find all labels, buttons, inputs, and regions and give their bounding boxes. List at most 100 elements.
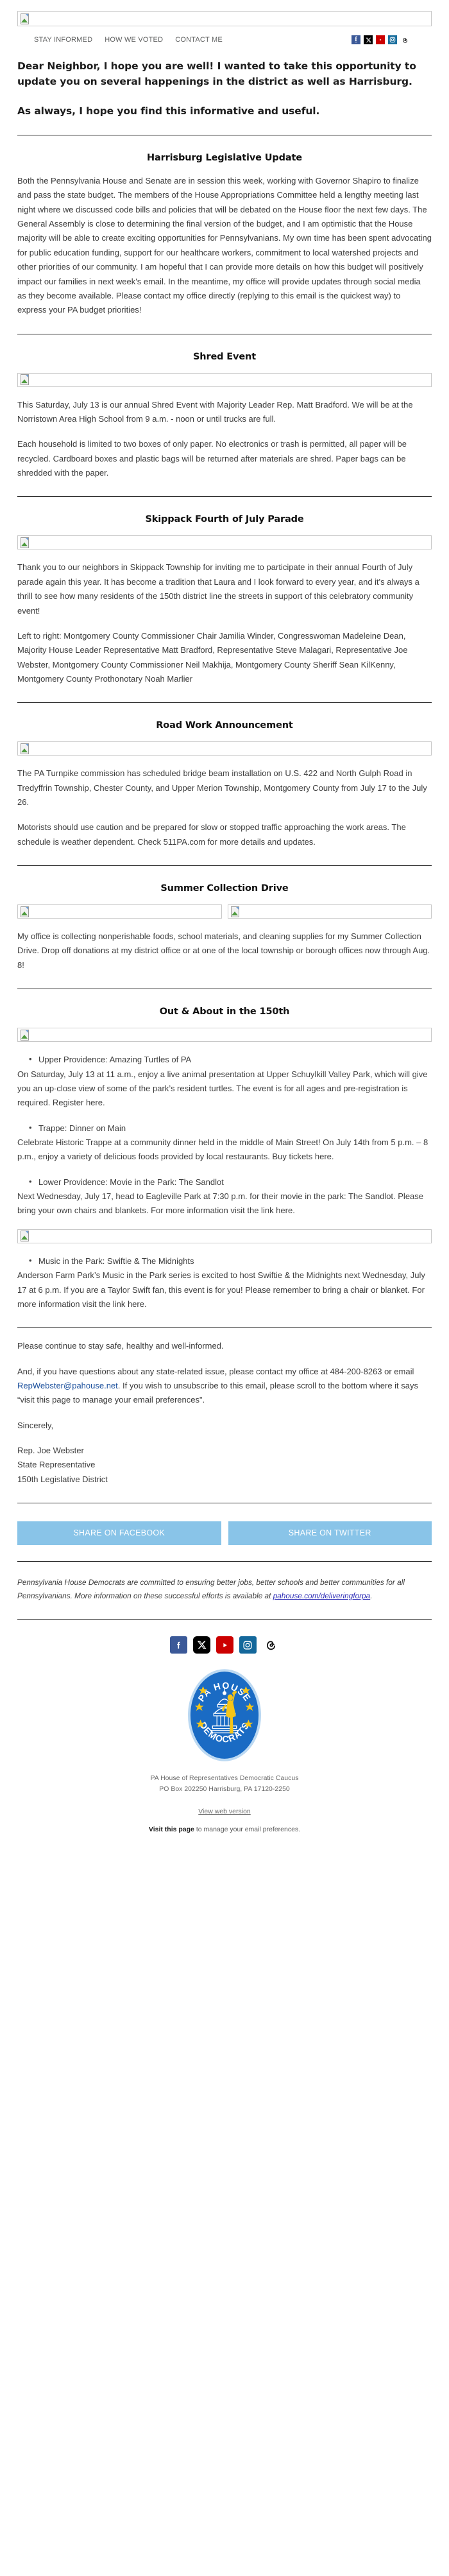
email-body: STAY INFORMED HOW WE VOTED CONTACT ME f … (0, 11, 449, 1845)
footer-org-name: PA House of Representatives Democratic C… (150, 1774, 299, 1783)
section-paragraph: Thank you to our neighbors in Skippack T… (17, 562, 419, 616)
broken-image-icon (20, 1231, 30, 1242)
section-paragraph: Left to right: Montgomery County Commiss… (17, 630, 408, 684)
section-paragraph: Each household is limited to two boxes o… (17, 439, 407, 478)
event-description: Celebrate Historic Trappe at a community… (17, 1137, 428, 1162)
broken-image-icon (20, 374, 30, 386)
x-twitter-icon[interactable] (192, 1636, 210, 1654)
threads-icon[interactable] (262, 1636, 280, 1654)
event-heading-list: Lower Providence: Movie in the Park: The… (17, 1175, 432, 1189)
road-work-image (17, 741, 432, 756)
event-description: Anderson Farm Park’s Music in the Park s… (17, 1270, 425, 1309)
section-title-road-work: Road Work Announcement (156, 720, 293, 731)
section-paragraph: Both the Pennsylvania House and Senate a… (17, 176, 432, 315)
divider (17, 1327, 432, 1329)
share-on-facebook-button[interactable]: SHARE ON FACEBOOK (17, 1521, 221, 1546)
section-title-out-and-about: Out & About in the 150th (159, 1007, 290, 1017)
broken-image-icon (20, 537, 30, 548)
sincerely-text: Sincerely, (17, 1420, 54, 1430)
signature-role: State Representative (17, 1460, 96, 1470)
summer-collection-images (17, 904, 432, 919)
broken-image-placeholder (17, 1028, 432, 1042)
out-and-about-image (17, 1028, 432, 1042)
facebook-icon[interactable]: f (352, 35, 360, 44)
section-paragraph: This Saturday, July 13 is our annual Shr… (17, 399, 413, 424)
manage-preferences-text: to manage your email preferences. (194, 1825, 301, 1833)
email-content: Dear Neighbor, I hope you are well! I wa… (0, 58, 449, 1845)
divider (17, 702, 432, 704)
threads-icon[interactable] (400, 35, 409, 44)
nav-item-contact-me[interactable]: CONTACT ME (175, 36, 223, 44)
disclaimer-text-after: . (370, 1591, 373, 1601)
event-heading-list: Music in the Park: Swiftie & The Midnigh… (17, 1254, 432, 1268)
divider (17, 496, 432, 497)
divider (17, 865, 432, 867)
header-social-icons: f (352, 35, 409, 44)
divider (17, 1619, 432, 1620)
footer-address-block: PA House of Representatives Democratic C… (17, 1773, 432, 1795)
instagram-icon[interactable] (388, 35, 397, 44)
broken-image-placeholder (227, 904, 432, 919)
music-in-the-park-image (17, 1229, 432, 1243)
event-heading: Trappe: Dinner on Main (29, 1121, 432, 1136)
divider (17, 1561, 432, 1562)
event-description: Next Wednesday, July 17, head to Eaglevi… (17, 1191, 424, 1216)
event-heading: Upper Providence: Amazing Turtles of PA (29, 1052, 432, 1067)
deliveringforpa-link[interactable]: pahouse.com/deliveringforpa (273, 1591, 371, 1600)
section-title-summer-collection: Summer Collection Drive (160, 883, 289, 894)
signoff-line-2: And, if you have questions about any sta… (17, 1365, 432, 1408)
hero-banner-image (17, 11, 432, 26)
broken-image-placeholder (17, 904, 222, 919)
event-heading: Music in the Park: Swiftie & The Midnigh… (29, 1254, 432, 1268)
signature-name: Rep. Joe Webster (17, 1446, 84, 1456)
signoff-text-before: And, if you have questions about any sta… (17, 1366, 414, 1376)
share-buttons: SHARE ON FACEBOOK SHARE ON TWITTER (17, 1521, 432, 1546)
section-title-shred-event: Shred Event (193, 351, 256, 362)
event-heading: Lower Providence: Movie in the Park: The… (29, 1175, 432, 1189)
signature-district: 150th Legislative District (17, 1474, 108, 1484)
section-paragraph: My office is collecting nonperishable fo… (17, 931, 430, 970)
view-web-version-link[interactable]: View web version (198, 1808, 251, 1815)
caucus-disclaimer: Pennsylvania House Democrats are committ… (17, 1576, 432, 1603)
broken-image-placeholder (17, 11, 432, 26)
broken-image-icon (230, 906, 240, 917)
nav-links: STAY INFORMED HOW WE VOTED CONTACT ME (34, 36, 223, 44)
footer-mailing-address: PO Box 202250 Harrisburg, PA 17120-2250 (159, 1785, 290, 1794)
top-navigation: STAY INFORMED HOW WE VOTED CONTACT ME f (0, 26, 449, 44)
section-title-skippack-parade: Skippack Fourth of July Parade (145, 514, 304, 525)
intro-closing: As always, I hope you find this informat… (17, 105, 320, 117)
event-description: On Saturday, July 13 at 11 a.m., enjoy a… (17, 1069, 428, 1108)
email-preferences-row: Visit this page to manage your email pre… (17, 1826, 432, 1845)
view-web-version-row: View web version (17, 1805, 432, 1817)
section-paragraph: Motorists should use caution and be prep… (17, 822, 406, 847)
pa-house-democrats-seal: PA HOUSE DEMOCRATS (17, 1668, 432, 1763)
broken-image-placeholder (17, 372, 432, 387)
broken-image-placeholder (17, 741, 432, 756)
broken-image-icon (20, 13, 30, 24)
broken-image-icon (20, 743, 30, 754)
manage-preferences-link[interactable]: Visit this page (149, 1826, 194, 1833)
event-item: Music in the Park: Swiftie & The Midnigh… (17, 1254, 432, 1311)
facebook-icon[interactable] (169, 1636, 187, 1654)
broken-image-placeholder (17, 535, 432, 550)
footer-social-icons (17, 1636, 432, 1654)
broken-image-icon (20, 1029, 30, 1041)
event-item: Trappe: Dinner on Main Celebrate Histori… (17, 1121, 432, 1164)
youtube-icon[interactable] (376, 35, 385, 44)
x-twitter-icon[interactable] (364, 35, 373, 44)
instagram-icon[interactable] (239, 1636, 257, 1654)
event-heading-list: Trappe: Dinner on Main (17, 1121, 432, 1136)
nav-item-how-we-voted[interactable]: HOW WE VOTED (105, 36, 163, 44)
broken-image-placeholder (17, 1229, 432, 1243)
youtube-icon[interactable] (216, 1636, 233, 1654)
signature-block: Rep. Joe Webster State Representative 15… (17, 1444, 432, 1487)
section-paragraph: The PA Turnpike commission has scheduled… (17, 768, 427, 808)
event-item: Upper Providence: Amazing Turtles of PA … (17, 1052, 432, 1110)
greeting-heading: Dear Neighbor, I hope you are well! I wa… (17, 60, 416, 88)
nav-item-stay-informed[interactable]: STAY INFORMED (34, 36, 92, 44)
section-title-harrisburg: Harrisburg Legislative Update (147, 153, 302, 164)
email-link[interactable]: RepWebster@pahouse.net (17, 1381, 118, 1390)
signoff-line-1: Please continue to stay safe, healthy an… (17, 1341, 224, 1351)
event-heading-list: Upper Providence: Amazing Turtles of PA (17, 1052, 432, 1067)
share-on-twitter-button[interactable]: SHARE ON TWITTER (228, 1521, 432, 1546)
